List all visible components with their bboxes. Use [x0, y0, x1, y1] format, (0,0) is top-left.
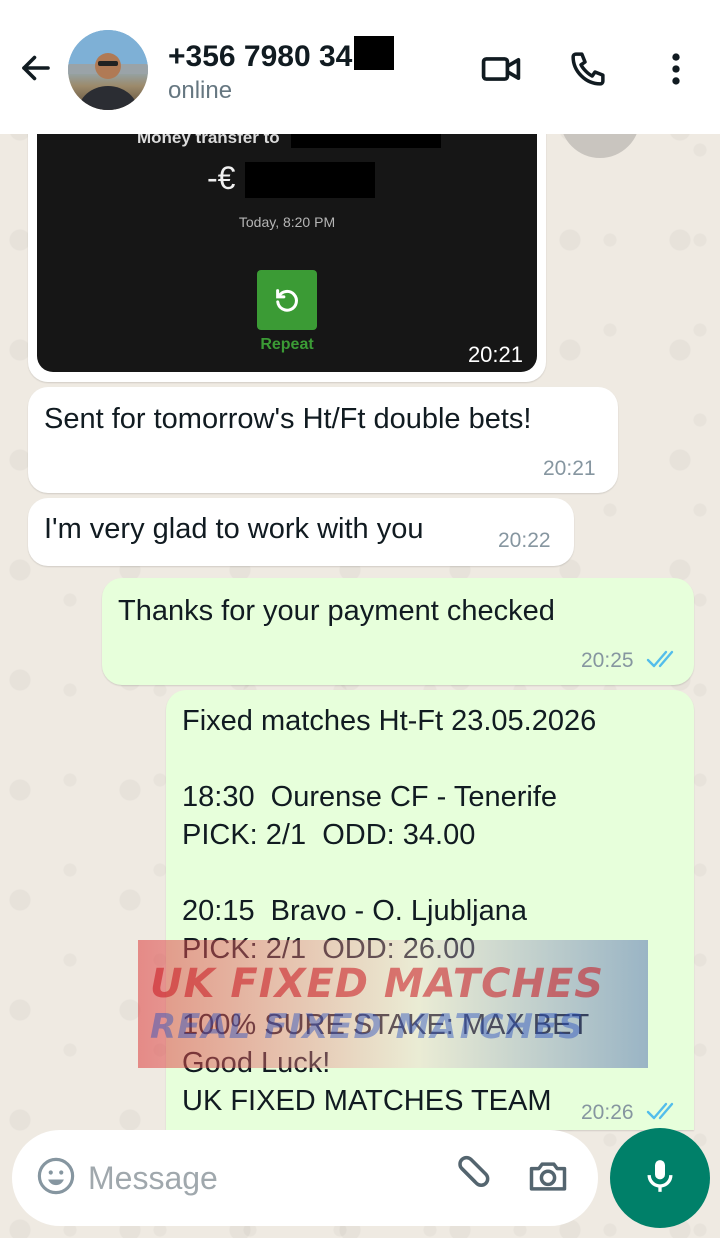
read-receipt-icon	[646, 1100, 680, 1127]
message-text: I'm very glad to work with you	[44, 513, 424, 545]
camera-icon	[526, 1154, 570, 1203]
paperclip-icon	[450, 1154, 494, 1203]
microphone-icon	[640, 1156, 680, 1201]
message-line: UK FIXED MATCHES TEAM	[182, 1085, 552, 1117]
chat-header: +356 7980 34 online	[0, 0, 720, 134]
emoji-button[interactable]	[34, 1156, 78, 1200]
emoji-icon	[35, 1155, 77, 1202]
more-options-button[interactable]	[653, 48, 699, 94]
message-time: 20:25	[581, 649, 634, 672]
outgoing-message[interactable]: Thanks for your payment checked 20:25	[102, 578, 694, 685]
message-line: PICK: 2/1 ODD: 34.00	[182, 819, 476, 851]
back-arrow-icon	[18, 50, 54, 91]
screenshot-date: Today, 8:20 PM	[238, 214, 336, 230]
message-line: Good Luck!	[182, 1047, 331, 1079]
payment-screenshot-image[interactable]: Money transfer to -€ Today, 8:20 PM Repe…	[37, 120, 537, 372]
incoming-message[interactable]: I'm very glad to work with you 20:22	[28, 498, 574, 566]
message-line: 20:15 Bravo - O. Ljubljana	[182, 895, 527, 927]
camera-button[interactable]	[524, 1154, 572, 1202]
back-button[interactable]	[14, 48, 58, 92]
contact-name[interactable]: +356 7980 34	[168, 36, 395, 74]
redaction-bar	[245, 162, 375, 198]
phone-icon	[567, 48, 609, 95]
more-vertical-icon	[654, 47, 698, 96]
outgoing-message[interactable]: Fixed matches Ht-Ft 23.05.2026 18:30 Our…	[166, 690, 694, 1130]
redaction-bar	[354, 36, 395, 70]
image-message-bubble[interactable]: Money transfer to -€ Today, 8:20 PM Repe…	[28, 120, 546, 382]
message-line: 100% SURE STAKE: MAX BET	[182, 1009, 590, 1041]
screenshot-amount: -€	[207, 160, 236, 196]
message-time: 20:22	[498, 529, 551, 552]
message-time: 20:26	[581, 1101, 634, 1124]
message-text: Sent for tomorrow's Ht/Ft double bets!	[44, 403, 532, 435]
video-call-icon	[479, 47, 523, 96]
voice-call-button[interactable]	[565, 48, 611, 94]
message-time: 20:21	[543, 457, 596, 480]
message-text: Thanks for your payment checked	[118, 595, 555, 627]
video-call-button[interactable]	[478, 48, 524, 94]
avatar[interactable]	[68, 30, 148, 110]
message-time: 20:21	[467, 342, 523, 367]
read-receipt-icon	[646, 648, 680, 675]
voice-message-button[interactable]	[610, 1128, 710, 1228]
repeat-label: Repeat	[260, 336, 314, 353]
message-composer	[12, 1130, 598, 1226]
attach-button[interactable]	[448, 1154, 496, 1202]
message-line: Fixed matches Ht-Ft 23.05.2026	[182, 705, 597, 737]
contact-status: online	[168, 77, 233, 104]
message-input[interactable]	[88, 1152, 418, 1204]
incoming-message[interactable]: Sent for tomorrow's Ht/Ft double bets! 2…	[28, 387, 618, 493]
message-line: PICK: 2/1 ODD: 26.00	[182, 933, 476, 965]
message-line: 18:30 Ourense CF - Tenerife	[182, 781, 558, 813]
repeat-icon	[257, 270, 317, 330]
